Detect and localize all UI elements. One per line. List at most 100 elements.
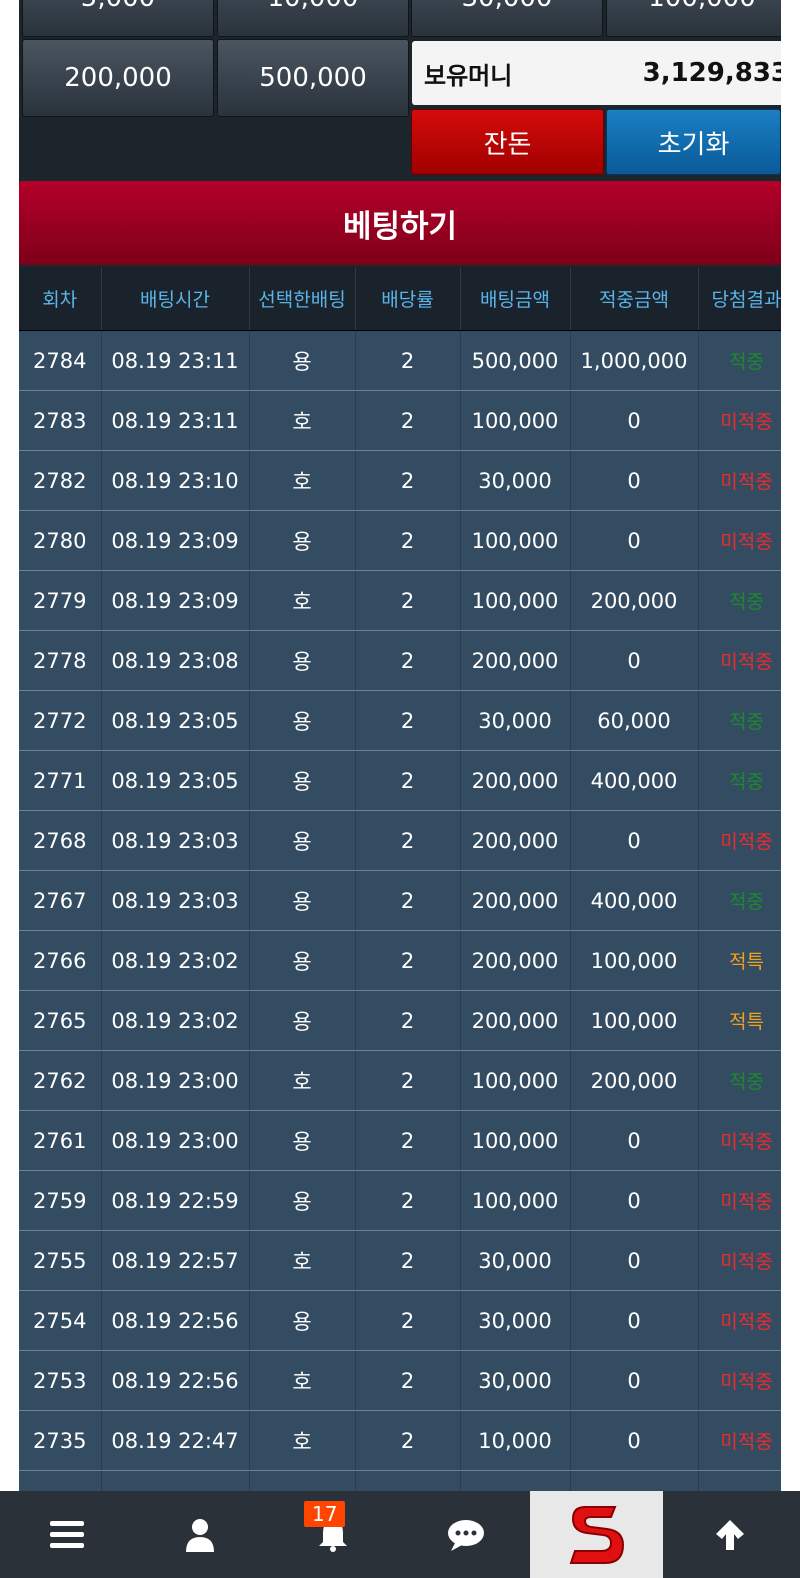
- site-logo[interactable]: [530, 1491, 663, 1578]
- cell-selected-bet: 용: [249, 990, 356, 1051]
- table-row: 2761 08.19 23:00 용 2 100,000 0 미적중: [19, 1110, 781, 1171]
- cell-round: 2767: [19, 870, 102, 931]
- cell-bet-amount: 200,000: [460, 930, 571, 991]
- cell-odds: 2: [355, 990, 461, 1051]
- cell-result: 미적중: [698, 1350, 781, 1411]
- table-header-row: 회차 배팅시간 선택한배팅 배당률 배팅금액 적중금액 당첨결과: [19, 267, 781, 331]
- cell-result: 미적중: [698, 450, 781, 511]
- cell-bet-amount: 30,000: [460, 1350, 571, 1411]
- table-row: 2782 08.19 23:10 호 2 30,000 0 미적중: [19, 450, 781, 511]
- cell-selected-bet: 호: [249, 450, 356, 511]
- amount-button-5000[interactable]: 5,000: [22, 0, 214, 37]
- cell-result: 미적중: [698, 1170, 781, 1231]
- cell-selected-bet: 용: [249, 690, 356, 751]
- cell-round: 2762: [19, 1050, 102, 1111]
- cell-round: 2761: [19, 1110, 102, 1171]
- cell-bet-amount: 30,000: [460, 1290, 571, 1351]
- cell-round: 2759: [19, 1170, 102, 1231]
- cell-bet-amount: 100,000: [460, 1050, 571, 1111]
- cell-odds: 2: [355, 870, 461, 931]
- cell-bet-time: 08.19 23:10: [101, 450, 250, 511]
- cell-round: 2735: [19, 1410, 102, 1471]
- cell-bet-amount: 100,000: [460, 570, 571, 631]
- cell-selected-bet: 용: [249, 930, 356, 991]
- cell-round: 2771: [19, 750, 102, 811]
- cell-selected-bet: 용: [249, 1290, 356, 1351]
- cell-odds: 2: [355, 390, 461, 451]
- cell-win-amount: 200,000: [570, 1050, 699, 1111]
- cell-result: 적특: [698, 930, 781, 991]
- cell-bet-amount: 200,000: [460, 810, 571, 871]
- cell-bet-amount: 100,000: [460, 1170, 571, 1231]
- cell-odds: 2: [355, 510, 461, 571]
- cell-bet-time: 08.19 23:03: [101, 810, 250, 871]
- cell-bet-amount: 100,000: [460, 1110, 571, 1171]
- cell-win-amount: 0: [570, 1170, 699, 1231]
- notification-badge: 17: [304, 1501, 346, 1527]
- cell-odds: 2: [355, 1050, 461, 1111]
- cell-result: 적중: [698, 330, 781, 391]
- cell-round: 2765: [19, 990, 102, 1051]
- cell-result: 적특: [698, 990, 781, 1051]
- chat-icon[interactable]: [399, 1491, 532, 1578]
- cell-selected-bet: 호: [249, 1410, 356, 1471]
- amount-button-500000[interactable]: 500,000: [217, 39, 409, 117]
- cell-win-amount: 0: [570, 510, 699, 571]
- table-row: 2762 08.19 23:00 호 2 100,000 200,000 적중: [19, 1050, 781, 1111]
- cell-win-amount: 0: [570, 1410, 699, 1471]
- cell-round: 2780: [19, 510, 102, 571]
- cell-bet-amount: 500,000: [460, 330, 571, 391]
- cell-odds: 2: [355, 1410, 461, 1471]
- table-row: 2755 08.19 22:57 호 2 30,000 0 미적중: [19, 1230, 781, 1291]
- col-selected-bet: 선택한배팅: [249, 267, 356, 331]
- amount-button-100000[interactable]: 100,000: [606, 0, 781, 37]
- menu-icon[interactable]: [0, 1491, 133, 1578]
- cell-bet-time: 08.19 23:00: [101, 1110, 250, 1171]
- cell-bet-time: 08.19 23:11: [101, 330, 250, 391]
- cell-bet-time: 08.19 22:56: [101, 1290, 250, 1351]
- cell-win-amount: 0: [570, 1290, 699, 1351]
- col-bet-amount: 배팅금액: [460, 267, 571, 331]
- cell-round: 2753: [19, 1350, 102, 1411]
- cell-bet-amount: 200,000: [460, 630, 571, 691]
- amount-button-200000[interactable]: 200,000: [22, 39, 214, 117]
- cell-selected-bet: 용: [249, 810, 356, 871]
- cell-bet-time: 08.19 23:09: [101, 570, 250, 631]
- cell-result: 적중: [698, 870, 781, 931]
- cell-round: 2784: [19, 330, 102, 391]
- cell-win-amount: 0: [570, 810, 699, 871]
- cell-bet-amount: 100,000: [460, 390, 571, 451]
- cell-win-amount: 0: [570, 630, 699, 691]
- cell-bet-amount: 30,000: [460, 450, 571, 511]
- user-icon[interactable]: [133, 1491, 266, 1578]
- cell-bet-time: 08.19 22:59: [101, 1170, 250, 1231]
- cell-result: 미적중: [698, 630, 781, 691]
- cell-result: 미적중: [698, 1230, 781, 1291]
- cell-selected-bet: 용: [249, 750, 356, 811]
- cell-bet-amount: 200,000: [460, 990, 571, 1051]
- cell-selected-bet: 호: [249, 390, 356, 451]
- cell-bet-time: 08.19 23:09: [101, 510, 250, 571]
- cell-odds: 2: [355, 1230, 461, 1291]
- place-bet-button[interactable]: 베팅하기: [19, 181, 781, 265]
- change-button[interactable]: 잔돈: [411, 109, 604, 175]
- cell-result: 적중: [698, 750, 781, 811]
- cell-round: 2755: [19, 1230, 102, 1291]
- cell-selected-bet: 용: [249, 510, 356, 571]
- cell-bet-time: 08.19 23:03: [101, 870, 250, 931]
- cell-odds: 2: [355, 1110, 461, 1171]
- cell-round: 2778: [19, 630, 102, 691]
- table-row: 2780 08.19 23:09 용 2 100,000 0 미적중: [19, 510, 781, 571]
- cell-selected-bet: 용: [249, 1170, 356, 1231]
- arrow-up-icon[interactable]: [663, 1491, 796, 1578]
- reset-button[interactable]: 초기화: [606, 109, 781, 175]
- amount-button-30000[interactable]: 30,000: [411, 0, 603, 37]
- table-row: 2753 08.19 22:56 호 2 30,000 0 미적중: [19, 1350, 781, 1411]
- cell-round: 2772: [19, 690, 102, 751]
- table-row: 2778 08.19 23:08 용 2 200,000 0 미적중: [19, 630, 781, 691]
- cell-odds: 2: [355, 1350, 461, 1411]
- amount-button-10000[interactable]: 10,000: [217, 0, 409, 37]
- cell-round: 2768: [19, 810, 102, 871]
- cell-odds: 2: [355, 810, 461, 871]
- betting-panel: 5,000 10,000 30,000 100,000 200,000 500,…: [19, 0, 781, 1500]
